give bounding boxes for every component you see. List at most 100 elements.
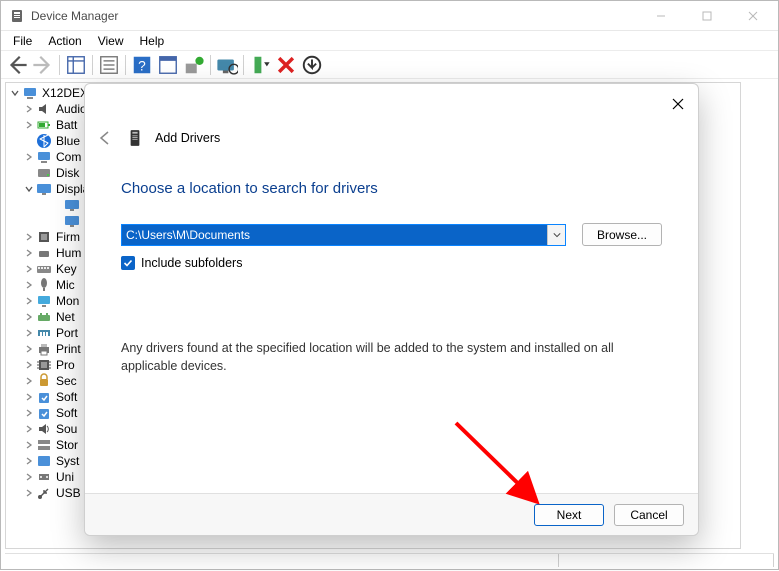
display-adapter-icon [64, 213, 80, 229]
device-category-icon [36, 245, 52, 261]
show-hide-tree-button[interactable] [64, 54, 88, 76]
tree-category-label: Blue [56, 134, 80, 148]
tree-expand-icon[interactable] [22, 342, 36, 356]
add-drivers-dialog: Add Drivers Choose a location to search … [84, 83, 699, 536]
close-button[interactable] [730, 1, 776, 31]
tree-category-label: Key [56, 262, 77, 276]
dialog-description: Any drivers found at the specified locat… [121, 340, 662, 375]
tree-category-label: Uni [56, 470, 74, 484]
device-category-icon [36, 373, 52, 389]
device-category-icon [36, 357, 52, 373]
menu-view[interactable]: View [90, 32, 132, 50]
tree-category-label: Firm [56, 230, 80, 244]
path-combo[interactable] [121, 224, 566, 246]
menu-file[interactable]: File [5, 32, 40, 50]
device-category-icon [36, 485, 52, 501]
tree-expand-icon[interactable] [22, 310, 36, 324]
uninstall-button[interactable] [274, 54, 298, 76]
tree-expand-icon[interactable] [22, 150, 36, 164]
device-category-icon [36, 165, 52, 181]
tree-category-label: Batt [56, 118, 77, 132]
display-adapter-icon [64, 197, 80, 213]
menubar: File Action View Help [1, 31, 778, 51]
include-subfolders-checkbox[interactable] [121, 256, 135, 270]
forward-button[interactable] [31, 54, 55, 76]
device-manager-window: Device Manager File Action View Help ? X… [0, 0, 779, 570]
properties-button[interactable] [97, 54, 121, 76]
tree-expand-icon[interactable] [22, 406, 36, 420]
dialog-headline: Choose a location to search for drivers [121, 180, 662, 197]
computer-icon [22, 85, 38, 101]
device-category-icon [36, 453, 52, 469]
tree-category-label: Disk [56, 166, 79, 180]
device-category-icon [36, 309, 52, 325]
right-gutter [741, 82, 774, 549]
dialog-close-button[interactable] [666, 92, 690, 116]
tree-category-label: Mon [56, 294, 79, 308]
tree-category-label: Hum [56, 246, 81, 260]
device-category-icon [36, 117, 52, 133]
device-category-icon [36, 469, 52, 485]
device-category-icon [36, 405, 52, 421]
tree-category-label: Audio [56, 102, 87, 116]
dialog-header: Add Drivers [85, 120, 698, 152]
tree-expand-icon[interactable] [22, 358, 36, 372]
tree-expand-icon[interactable] [22, 246, 36, 260]
device-category-icon [36, 101, 52, 117]
tree-expand-icon[interactable] [22, 230, 36, 244]
tree-expand-icon[interactable] [22, 118, 36, 132]
tree-expand-icon[interactable] [22, 294, 36, 308]
dialog-back-icon[interactable] [95, 128, 115, 148]
tree-expand-icon[interactable] [22, 486, 36, 500]
tree-expand-icon[interactable] [22, 438, 36, 452]
tree-expand-icon[interactable] [22, 454, 36, 468]
back-button[interactable] [5, 54, 29, 76]
combo-dropdown-button[interactable] [547, 225, 565, 245]
app-icon [9, 8, 25, 24]
tree-collapse-icon[interactable] [22, 182, 36, 196]
browse-button[interactable]: Browse... [582, 223, 662, 246]
menu-help[interactable]: Help [132, 32, 173, 50]
menu-action[interactable]: Action [40, 32, 89, 50]
cancel-button[interactable]: Cancel [614, 504, 684, 526]
add-drivers-button[interactable] [248, 54, 272, 76]
statusbar [5, 553, 774, 567]
disable-button[interactable] [300, 54, 324, 76]
tree-expand-icon[interactable] [22, 326, 36, 340]
titlebar: Device Manager [1, 1, 778, 31]
device-category-icon [36, 261, 52, 277]
action-button[interactable] [156, 54, 180, 76]
maximize-button[interactable] [684, 1, 730, 31]
device-category-icon [36, 277, 52, 293]
device-category-icon [36, 149, 52, 165]
tree-category-label: Sec [56, 374, 77, 388]
tree-expand-icon[interactable] [22, 422, 36, 436]
tree-expand-icon[interactable] [22, 278, 36, 292]
device-category-icon [36, 389, 52, 405]
tree-collapse-icon[interactable] [8, 86, 22, 100]
tree-category-label: Soft [56, 390, 77, 404]
next-button[interactable]: Next [534, 504, 604, 526]
device-category-icon [36, 325, 52, 341]
tree-expand-icon[interactable] [22, 102, 36, 116]
tree-category-label: Pro [56, 358, 75, 372]
svg-text:?: ? [138, 58, 146, 73]
help-button[interactable]: ? [130, 54, 154, 76]
minimize-button[interactable] [638, 1, 684, 31]
tree-category-label: Sou [56, 422, 77, 436]
device-category-icon [36, 293, 52, 309]
device-category-icon [36, 341, 52, 357]
tree-expand-icon[interactable] [22, 390, 36, 404]
scan-hardware-button[interactable] [215, 54, 239, 76]
device-category-icon [36, 421, 52, 437]
path-input[interactable] [122, 225, 547, 245]
tree-expand-icon[interactable] [22, 470, 36, 484]
update-driver-button[interactable] [182, 54, 206, 76]
tree-expand-icon[interactable] [22, 374, 36, 388]
device-category-icon [36, 229, 52, 245]
device-category-icon [36, 437, 52, 453]
tree-expand-icon[interactable] [22, 262, 36, 276]
tree-category-label: Mic [56, 278, 75, 292]
tree-category-label: Syst [56, 454, 79, 468]
driver-chip-icon [127, 126, 143, 150]
